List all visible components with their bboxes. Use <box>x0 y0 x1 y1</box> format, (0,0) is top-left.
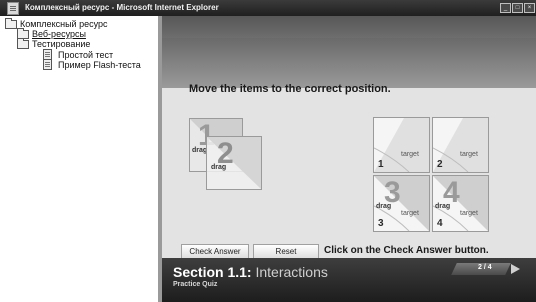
tree-item-label: Веб-ресурсы <box>32 29 86 39</box>
maximize-button[interactable]: □ <box>512 3 523 13</box>
tree-item-label: Простой тест <box>58 49 114 60</box>
target-1[interactable]: target 1 <box>373 117 430 173</box>
tree-item-label: Комплексный ресурс <box>20 19 108 29</box>
instruction-hint: Click on the Check Answer button. <box>324 245 489 256</box>
internet-explorer-icon <box>7 2 19 15</box>
target-4[interactable]: 4 drag target 4 <box>432 175 489 232</box>
target-label: target <box>401 151 419 158</box>
target-label: target <box>460 151 478 158</box>
tree-item-label: Тестирование <box>32 39 91 49</box>
target-number: 2 <box>437 159 443 170</box>
navigation-tree: Комплексный ресурс Веб-ресурсы Тестирова… <box>0 16 162 302</box>
tree-item-testing[interactable]: Тестирование <box>17 37 91 49</box>
target-number: 3 <box>378 218 384 229</box>
window-title-bar[interactable]: Комплексный ресурс - Microsoft Internet … <box>0 0 536 16</box>
window-title: Комплексный ресурс - Microsoft Internet … <box>25 3 219 12</box>
placed-item-label: drag <box>376 203 392 210</box>
placed-item-label: drag <box>435 203 451 210</box>
tree-item-label: Пример Flash-теста <box>58 59 141 70</box>
target-label: target <box>401 210 419 217</box>
section-heading: Section 1.1: Interactions <box>173 264 328 280</box>
drag-item-2[interactable]: 2 drag <box>206 136 262 190</box>
next-arrow-icon[interactable] <box>511 264 520 274</box>
drag-item-background <box>207 137 261 189</box>
drag-item-label: drag <box>211 164 227 171</box>
document-icon <box>43 59 52 70</box>
section-name: Interactions <box>255 264 328 280</box>
target-number: 1 <box>378 159 384 170</box>
target-number: 4 <box>437 218 443 229</box>
section-subtitle: Practice Quiz <box>173 281 218 288</box>
page-counter: 2 / 4 <box>478 264 492 271</box>
quiz-footer: Section 1.1: Interactions Practice Quiz … <box>162 258 536 302</box>
drag-item-label: drag <box>192 147 208 154</box>
window-controls: _ □ × <box>500 3 535 13</box>
section-number: Section 1.1: <box>173 264 252 280</box>
close-button[interactable]: × <box>524 3 535 13</box>
question-text: Move the items to the correct position. <box>189 83 391 95</box>
folder-icon <box>17 37 29 49</box>
flash-quiz-frame: Move the items to the correct position. … <box>162 16 536 302</box>
quiz-header-band <box>162 38 536 88</box>
tree-item-flash-test[interactable]: Пример Flash-теста <box>43 59 141 70</box>
target-label: target <box>460 210 478 217</box>
tree-item-web-resources[interactable]: Веб-ресурсы <box>17 27 86 39</box>
minimize-button[interactable]: _ <box>500 3 511 13</box>
folder-icon <box>5 17 17 29</box>
quiz-header-strip <box>162 16 536 38</box>
target-3[interactable]: 3 drag target 3 <box>373 175 430 232</box>
target-2[interactable]: target 2 <box>432 117 489 173</box>
